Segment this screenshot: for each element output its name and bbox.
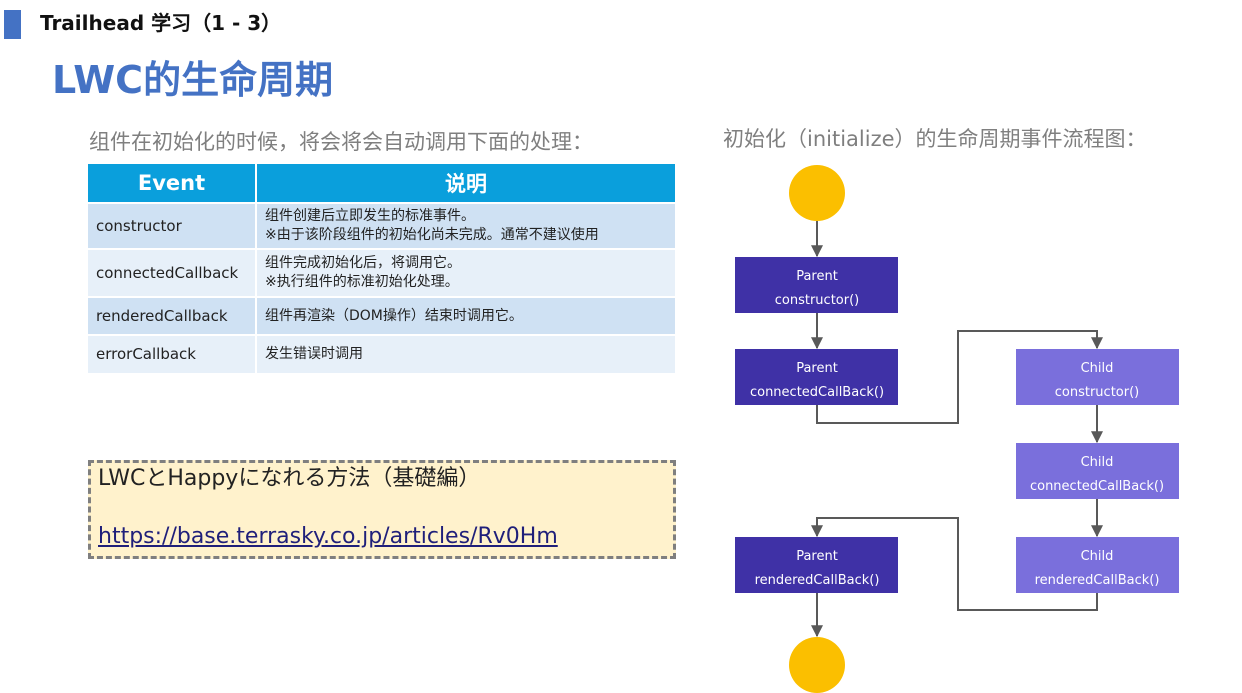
node-label-line1: Child <box>1081 455 1114 470</box>
flow-start-terminal <box>789 165 845 221</box>
node-label-line2: renderedCallBack() <box>1035 573 1160 588</box>
node-child-connected: Child connectedCallBack() <box>1016 443 1179 499</box>
node-label-line1: Child <box>1081 549 1114 564</box>
node-parent-rendered: Parent renderedCallBack() <box>735 537 898 593</box>
node-child-constructor: Child constructor() <box>1016 349 1179 405</box>
node-label-line1: Parent <box>796 361 838 376</box>
flow-end-terminal <box>789 637 845 693</box>
node-label-line2: connectedCallBack() <box>1030 479 1164 494</box>
node-label-line2: constructor() <box>1055 385 1139 400</box>
node-child-rendered: Child renderedCallBack() <box>1016 537 1179 593</box>
node-label-line1: Parent <box>796 269 838 284</box>
node-label-line2: renderedCallBack() <box>755 573 880 588</box>
lifecycle-flow-diagram: Parent constructor() Parent connectedCal… <box>735 165 1179 693</box>
node-label-line2: connectedCallBack() <box>750 385 884 400</box>
node-label-line1: Parent <box>796 549 838 564</box>
node-label-line2: constructor() <box>775 293 859 308</box>
node-label-line1: Child <box>1081 361 1114 376</box>
node-parent-constructor: Parent constructor() <box>735 257 898 313</box>
node-parent-connected: Parent connectedCallBack() <box>735 349 898 405</box>
